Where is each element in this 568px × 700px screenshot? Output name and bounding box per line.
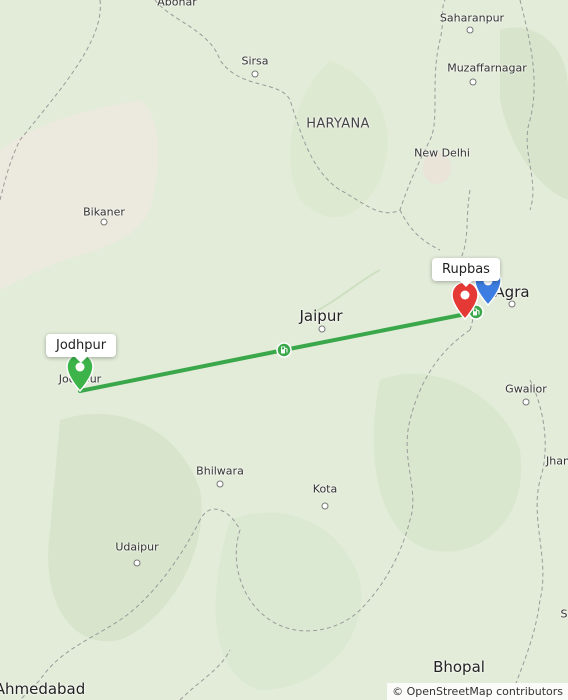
place-jhansi-partial: Jhan xyxy=(546,454,568,468)
place-bikaner: Bikaner xyxy=(83,205,125,219)
place-haryana: HARYANA xyxy=(306,116,370,132)
place-partial-s: S xyxy=(560,607,568,621)
place-jaipur: Jaipur xyxy=(299,307,343,325)
origin-callout[interactable]: Jodhpur xyxy=(46,334,117,363)
jaipur-dot xyxy=(318,325,326,333)
place-bhopal: Bhopal xyxy=(433,658,485,676)
destination-pin-icon[interactable] xyxy=(450,281,480,321)
map-attribution[interactable]: © OpenStreetMap contributors xyxy=(387,683,568,700)
bhilwara-dot xyxy=(216,480,224,488)
gwalior-dot xyxy=(522,398,530,406)
kota-dot xyxy=(321,502,329,510)
udaipur-dot xyxy=(133,559,141,567)
place-abohar: Abohar xyxy=(157,0,197,9)
map-canvas[interactable]: Abohar Saharanpur Sirsa Muzaffarnagar HA… xyxy=(0,0,568,700)
route-midpoint-fuel-icon[interactable] xyxy=(276,342,292,358)
place-new-delhi: New Delhi xyxy=(414,146,470,160)
place-saharanpur: Saharanpur xyxy=(439,11,505,25)
place-bhilwara: Bhilwara xyxy=(196,464,244,478)
bikaner-dot xyxy=(100,218,108,226)
destination-callout[interactable]: Rupbas xyxy=(432,258,500,287)
place-kota: Kota xyxy=(312,482,338,496)
place-ahmedabad: Ahmedabad xyxy=(0,680,86,698)
place-udaipur: Udaipur xyxy=(115,540,159,554)
place-gwalior: Gwalior xyxy=(505,382,547,396)
place-sirsa: Sirsa xyxy=(241,54,269,68)
sirsa-dot xyxy=(251,70,259,78)
place-muzaffarnagar: Muzaffarnagar xyxy=(447,61,527,75)
muzaffarnagar-dot xyxy=(469,78,477,86)
agra-dot xyxy=(508,300,516,308)
saharanpur-dot xyxy=(466,26,474,34)
